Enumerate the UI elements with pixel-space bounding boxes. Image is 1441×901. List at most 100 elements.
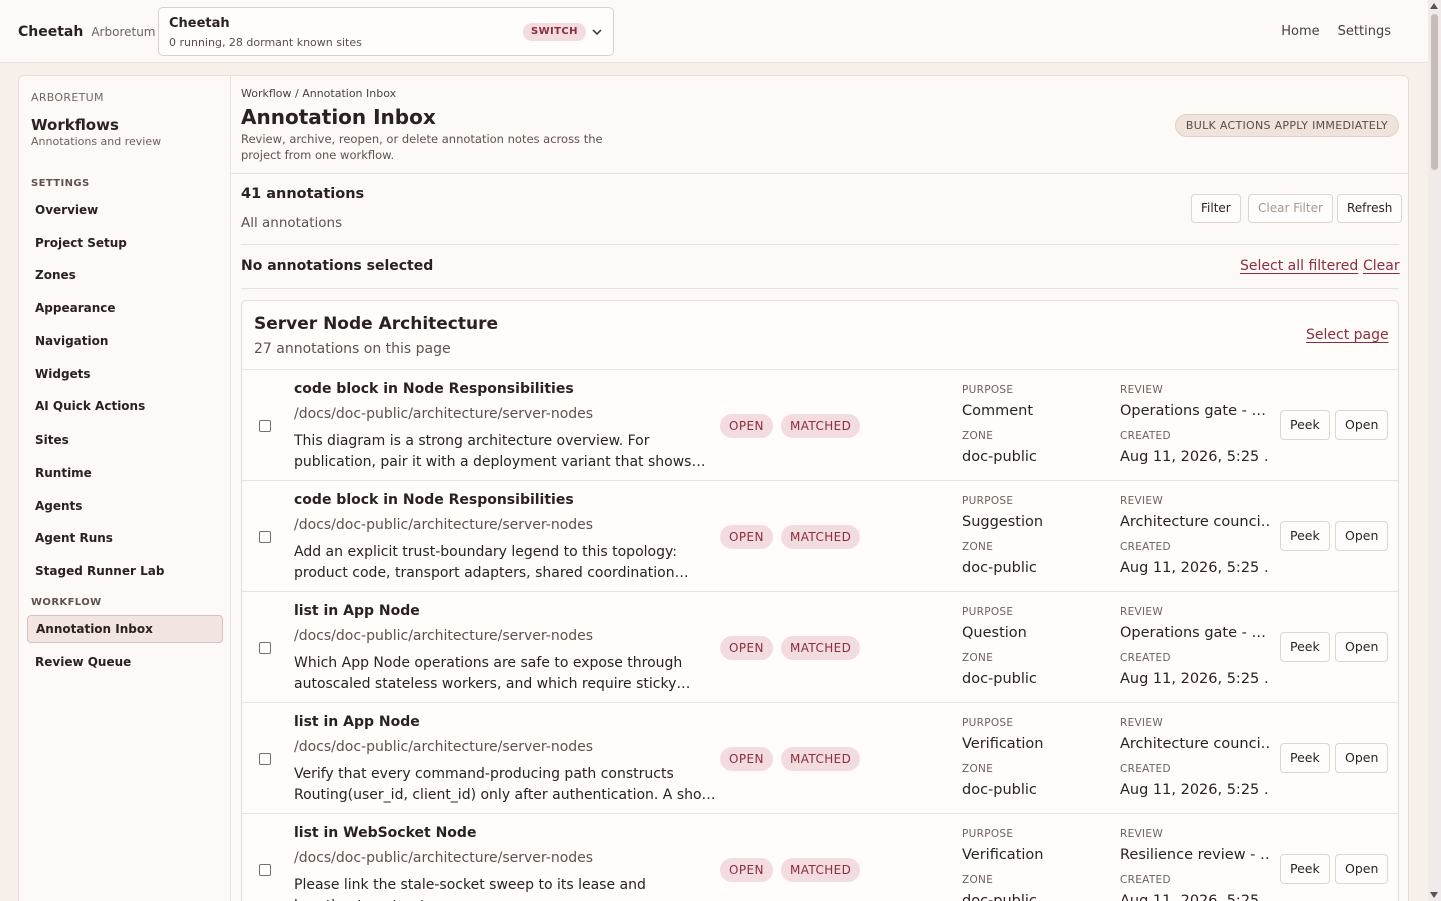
select-all-filtered-link[interactable]: Select all filtered: [1240, 258, 1358, 274]
status-badge: OPEN: [720, 747, 773, 771]
divider: [241, 244, 1399, 245]
status-badge: OPEN: [720, 525, 773, 549]
table-row[interactable]: list in App Node/docs/doc-public/archite…: [242, 592, 1398, 703]
group-subtitle: 27 annotations on this page: [254, 341, 451, 357]
open-button[interactable]: Open: [1335, 521, 1389, 551]
filter-button[interactable]: Filter: [1191, 194, 1241, 223]
sidebar-item-navigation[interactable]: Navigation: [27, 327, 223, 355]
annotation-body-line: autoscaled stateless workers, and which …: [294, 676, 691, 692]
sidebar-item-appearance[interactable]: Appearance: [27, 294, 223, 322]
annotation-title[interactable]: code block in Node Responsibilities: [294, 492, 574, 508]
annotation-title[interactable]: list in WebSocket Node: [294, 825, 476, 841]
table-row[interactable]: code block in Node Responsibilities/docs…: [242, 370, 1398, 481]
created-label: CREATED: [1120, 874, 1171, 886]
sidebar-item-runtime[interactable]: Runtime: [27, 459, 223, 487]
annotation-title[interactable]: code block in Node Responsibilities: [294, 381, 574, 397]
select-page-link[interactable]: Select page: [1306, 327, 1389, 343]
created-value: Aug 11, 2026, 5:25 …: [1120, 893, 1270, 901]
zone-label: ZONE: [962, 541, 994, 553]
zone-value: doc-public: [962, 449, 1037, 465]
peek-button[interactable]: Peek: [1280, 410, 1330, 440]
created-label: CREATED: [1120, 763, 1171, 775]
sidebar-item-project-setup[interactable]: Project Setup: [27, 229, 223, 257]
annotation-title[interactable]: list in App Node: [294, 714, 420, 730]
sidebar-item-widgets[interactable]: Widgets: [27, 360, 223, 388]
page-description: Review, archive, reopen, or delete annot…: [241, 132, 603, 162]
review-value: Architecture counci…: [1120, 514, 1270, 530]
site-switcher[interactable]: Cheetah 0 running, 28 dormant known site…: [158, 7, 614, 56]
row-checkbox[interactable]: [259, 642, 271, 654]
brand[interactable]: Cheetah Arboretum: [18, 24, 156, 40]
page-scrollbar[interactable]: [1428, 0, 1441, 901]
site-name: Cheetah: [169, 16, 230, 31]
annotation-path: /docs/doc-public/architecture/server-nod…: [294, 406, 594, 422]
row-checkbox[interactable]: [259, 864, 271, 876]
open-button[interactable]: Open: [1335, 632, 1389, 662]
annotation-body-line: product code, transport adapters, shared…: [294, 565, 689, 581]
annotation-path: /docs/doc-public/architecture/server-nod…: [294, 517, 594, 533]
open-button[interactable]: Open: [1335, 743, 1389, 773]
breadcrumb: Workflow / Annotation Inbox: [241, 87, 397, 100]
group-title: Server Node Architecture: [254, 314, 499, 334]
open-button[interactable]: Open: [1335, 410, 1389, 440]
refresh-button[interactable]: Refresh: [1337, 194, 1403, 223]
annotation-body-line: publication, pair it with a deployment v…: [294, 454, 706, 470]
match-badge: MATCHED: [781, 414, 861, 438]
annotation-body-line: Please link the stale-socket sweep to it…: [294, 877, 646, 893]
status-badge: OPEN: [720, 636, 773, 660]
status-badge: OPEN: [720, 858, 773, 882]
table-row[interactable]: code block in Node Responsibilities/docs…: [242, 481, 1398, 592]
table-row[interactable]: list in App Node/docs/doc-public/archite…: [242, 703, 1398, 814]
created-value: Aug 11, 2026, 5:25 …: [1120, 560, 1270, 576]
review-value: Architecture counci…: [1120, 736, 1270, 752]
peek-button[interactable]: Peek: [1280, 632, 1330, 662]
sidebar-item-overview[interactable]: Overview: [27, 196, 223, 224]
scroll-thumb[interactable]: [1431, 14, 1438, 170]
sidebar-item-annotation-inbox[interactable]: Annotation Inbox: [27, 615, 223, 643]
peek-button[interactable]: Peek: [1280, 521, 1330, 551]
annotation-body: This diagram is a strong architecture ov…: [294, 431, 714, 473]
review-label: REVIEW: [1120, 384, 1164, 396]
switch-badge[interactable]: SWITCH: [523, 23, 586, 41]
annotation-body-line: Add an explicit trust-boundary legend to…: [294, 544, 677, 560]
nav-settings[interactable]: Settings: [1338, 24, 1391, 39]
clear-filter-button[interactable]: Clear Filter: [1248, 194, 1333, 223]
row-checkbox[interactable]: [259, 531, 271, 543]
scroll-down-arrow-icon[interactable]: [1430, 892, 1438, 898]
review-label: REVIEW: [1120, 606, 1164, 618]
annotation-body: Add an explicit trust-boundary legend to…: [294, 542, 714, 584]
sidebar-item-ai-quick-actions[interactable]: AI Quick Actions: [27, 392, 223, 420]
sidebar-item-zones[interactable]: Zones: [27, 261, 223, 289]
sidebar-item-review-queue[interactable]: Review Queue: [27, 648, 223, 676]
site-meta: 0 running, 28 dormant known sites: [169, 36, 362, 49]
created-value: Aug 11, 2026, 5:25 …: [1120, 671, 1270, 687]
chevron-down-icon[interactable]: [589, 24, 605, 40]
clear-selection-link[interactable]: Clear: [1363, 258, 1400, 274]
row-checkbox[interactable]: [259, 420, 271, 432]
sidebar-item-agents[interactable]: Agents: [27, 492, 223, 520]
zone-label: ZONE: [962, 874, 994, 886]
annotation-title[interactable]: list in App Node: [294, 603, 420, 619]
nav-home[interactable]: Home: [1281, 24, 1319, 39]
open-button[interactable]: Open: [1335, 854, 1389, 884]
annotation-body-line: heartbeat contract: [294, 896, 714, 901]
review-label: REVIEW: [1120, 717, 1164, 729]
zone-value: doc-public: [962, 782, 1037, 798]
peek-button[interactable]: Peek: [1280, 854, 1330, 884]
created-value: Aug 11, 2026, 5:25 …: [1120, 449, 1270, 465]
row-checkbox[interactable]: [259, 753, 271, 765]
created-label: CREATED: [1120, 652, 1171, 664]
top-bar: Cheetah Arboretum Cheetah 0 running, 28 …: [0, 0, 1428, 63]
match-badge: MATCHED: [781, 858, 861, 882]
sidebar-section-settings: SETTINGS: [31, 178, 90, 189]
sidebar-item-sites[interactable]: Sites: [27, 426, 223, 454]
table-row[interactable]: list in WebSocket Node/docs/doc-public/a…: [242, 814, 1398, 901]
sidebar-item-staged-runner-lab[interactable]: Staged Runner Lab: [27, 557, 223, 585]
created-label: CREATED: [1120, 430, 1171, 442]
sidebar-item-agent-runs[interactable]: Agent Runs: [27, 524, 223, 552]
match-badge: MATCHED: [781, 636, 861, 660]
scroll-up-arrow-icon[interactable]: [1430, 3, 1438, 9]
annotation-group: Server Node Architecture 27 annotations …: [241, 300, 1399, 901]
peek-button[interactable]: Peek: [1280, 743, 1330, 773]
annotation-body-line: Which App Node operations are safe to ex…: [294, 655, 683, 671]
